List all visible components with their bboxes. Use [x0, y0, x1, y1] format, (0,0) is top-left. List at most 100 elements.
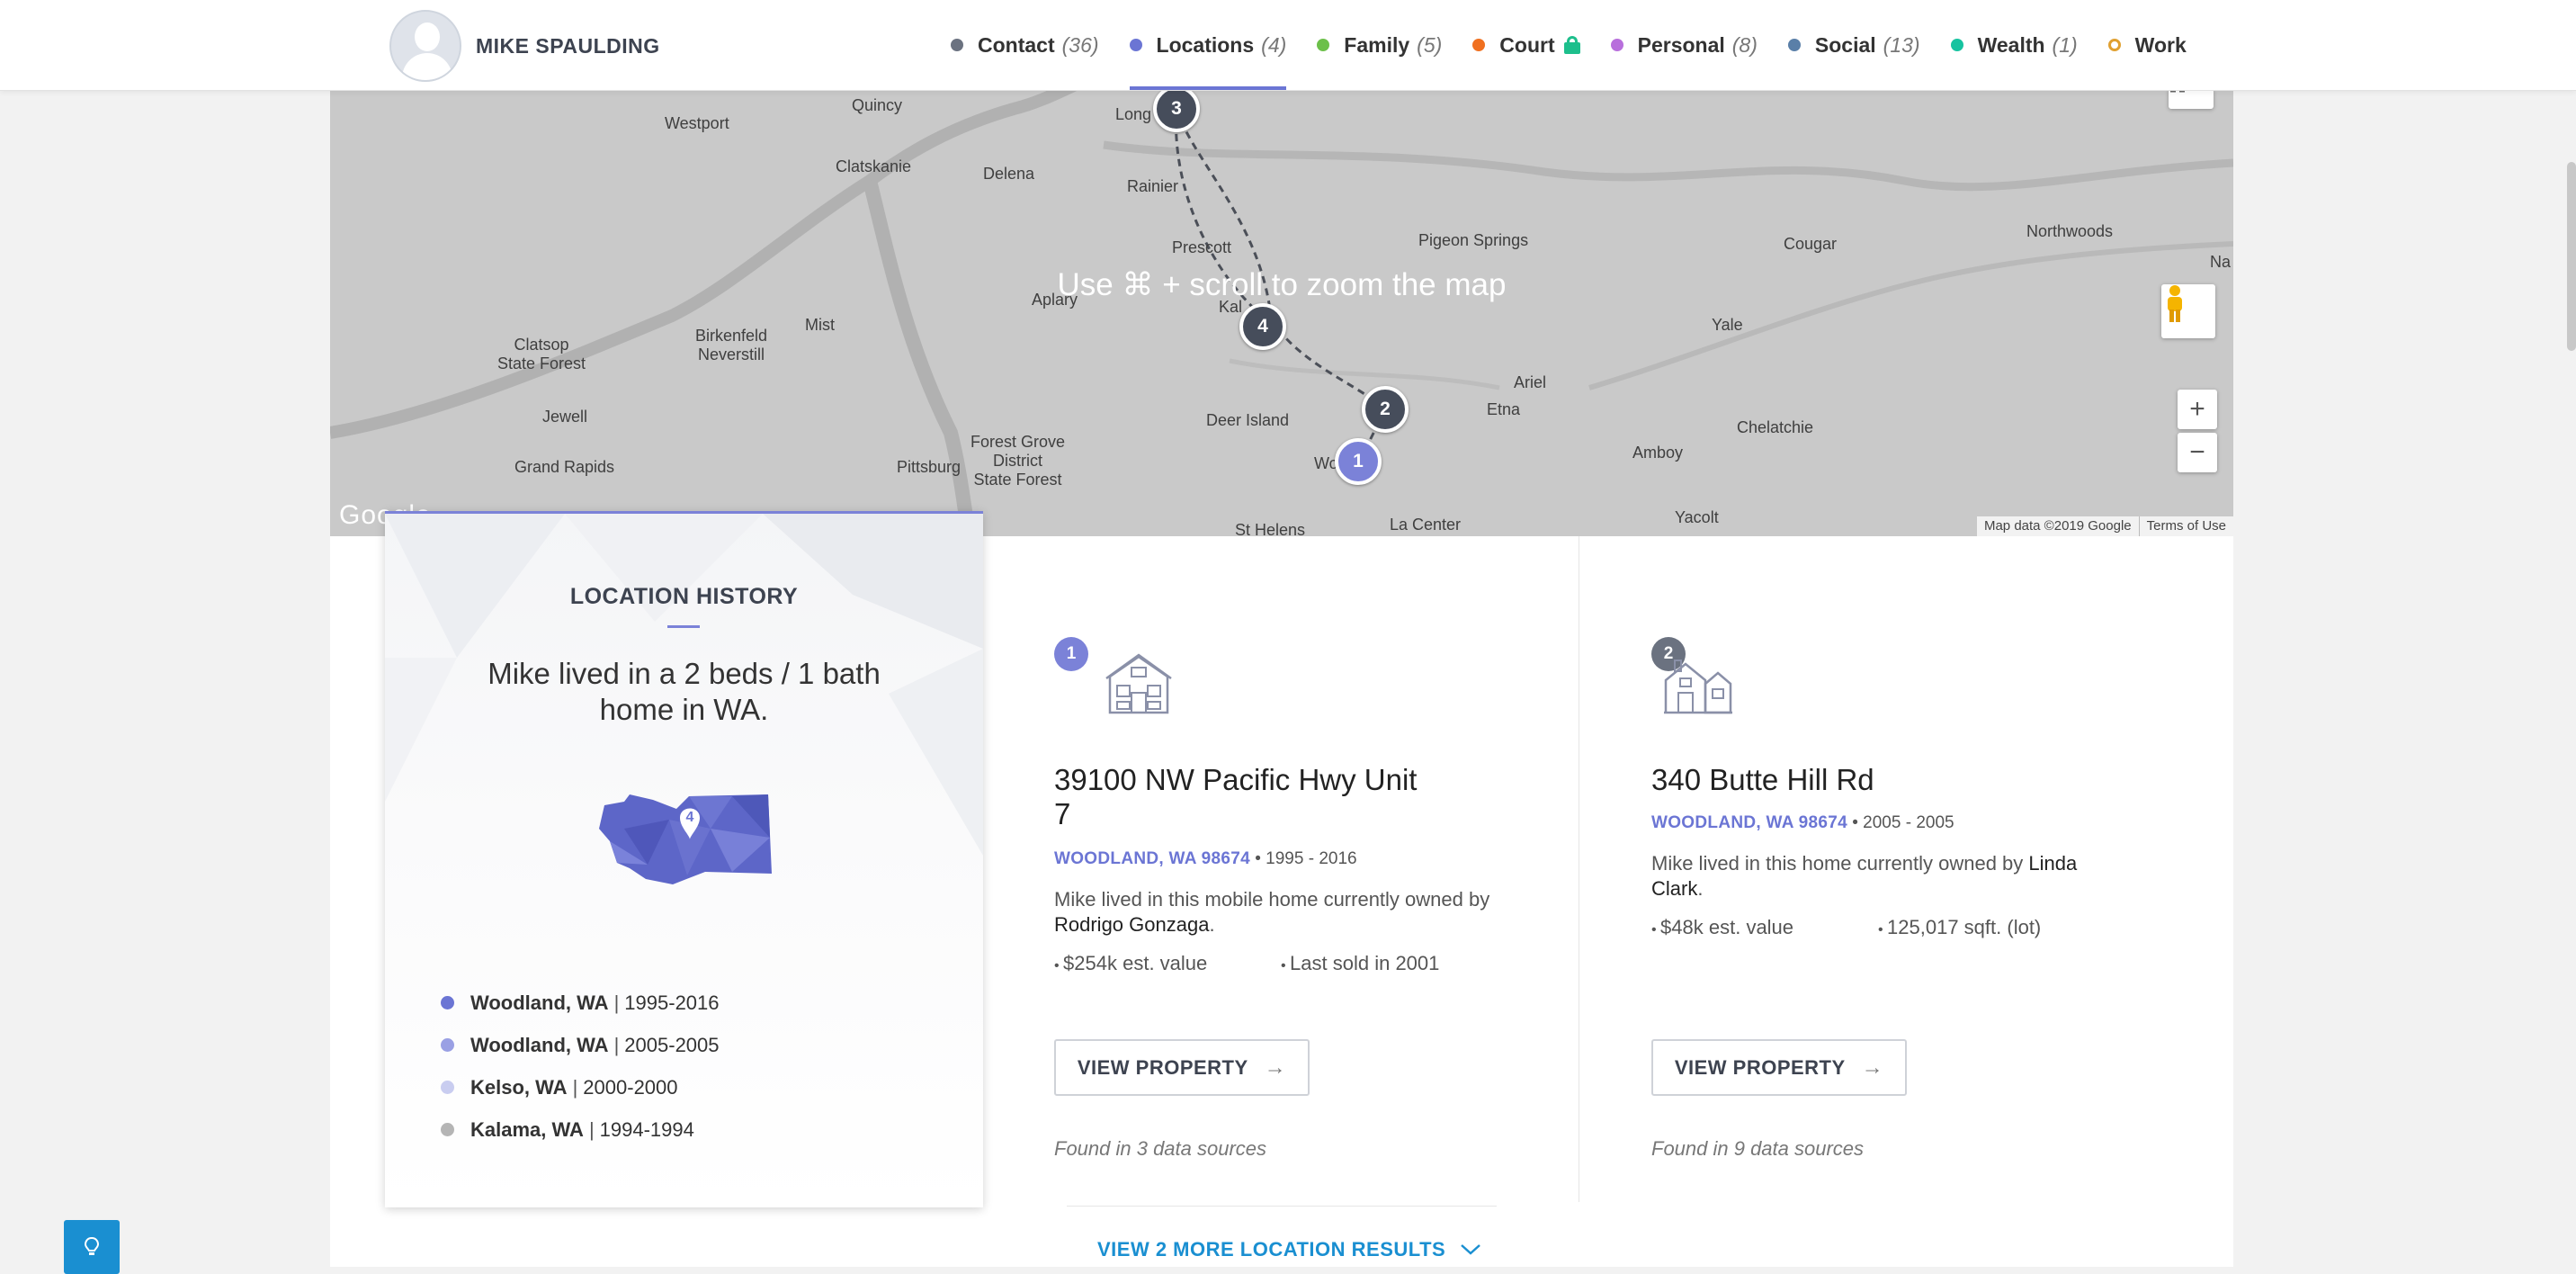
arrow-right-icon: →	[1264, 1054, 1287, 1080]
map-label-yacolt: Yacolt	[1675, 508, 1719, 526]
property-number-badge: 1	[1054, 637, 1088, 671]
history-dot-icon	[441, 1123, 454, 1136]
history-dot-icon	[441, 1038, 454, 1052]
tab-contact[interactable]: Contact (36)	[935, 0, 1114, 90]
section-tabs: Contact (36) Locations (4) Family (5) Co…	[935, 0, 2202, 90]
property-location: WOODLAND, WA 98674	[1651, 813, 1847, 832]
history-item: Kelso, WA | 2000-2000	[441, 1066, 720, 1108]
map-label-chelatchie: Chelatchie	[1737, 418, 1814, 436]
map-label-st-helens: St Helens	[1235, 521, 1306, 536]
map-attribution: Map data ©2019 Google Terms of Use	[1976, 516, 2233, 536]
history-title: LOCATION HISTORY	[569, 584, 799, 609]
map-label-prescott: Prescott	[1172, 238, 1232, 256]
avatar	[389, 10, 461, 82]
map-label-jewell: Jewell	[542, 408, 588, 426]
map-pin-4[interactable]: 4	[1239, 303, 1286, 350]
view-more-locations-link[interactable]: VIEW 2 MORE LOCATION RESULTS	[1097, 1238, 1481, 1261]
map-label-westport: Westport	[665, 114, 729, 132]
map-label-ariel: Ariel	[1514, 373, 1547, 391]
property-last-sold: Last sold in 2001	[1281, 952, 1507, 975]
map-label-grand-rapids: Grand Rapids	[514, 458, 615, 476]
map-label-quincy: Quincy	[852, 96, 903, 114]
property-years: 1995 - 2016	[1266, 849, 1357, 868]
location-map[interactable]: Westport Quincy Long Clatskanie Delena R…	[330, 91, 2233, 536]
mobile-home-icon	[1105, 653, 1172, 714]
lightbulb-icon	[84, 1236, 100, 1255]
washington-state-map: 4	[599, 794, 772, 884]
map-label-birkenfeld: Birkenfeld Neverstill	[695, 327, 768, 363]
property-description: Mike lived in this home currently owned …	[1651, 852, 2078, 900]
property-stats: $48k est. value 125,017 sqft. (lot)	[1651, 916, 2105, 939]
map-data-credit: Map data ©2019 Google	[1983, 518, 2132, 534]
property-meta: WOODLAND, WA 98674 • 1995 - 2016	[1054, 849, 1357, 868]
property-value: $48k est. value	[1651, 916, 1878, 939]
divider	[1067, 1206, 1497, 1207]
tab-work[interactable]: Work	[2093, 0, 2202, 90]
chevron-down-icon	[1461, 1244, 1481, 1255]
tab-court[interactable]: Court	[1457, 0, 1595, 90]
person-name: MIKE SPAULDING	[476, 34, 660, 58]
map-label-longview: Long	[1115, 105, 1152, 123]
lock-icon	[1563, 36, 1580, 54]
tab-wealth[interactable]: Wealth (1)	[1936, 0, 2093, 90]
map-pin-1[interactable]: 1	[1335, 438, 1382, 485]
title-underline	[667, 625, 700, 628]
pegman-icon	[2168, 285, 2182, 322]
map-pin-2[interactable]: 2	[1362, 386, 1409, 433]
contact-dot-icon	[951, 39, 963, 51]
history-dot-icon	[441, 996, 454, 1009]
page-scrollbar[interactable]	[2567, 162, 2576, 351]
map-label-amboy: Amboy	[1632, 444, 1684, 462]
personal-dot-icon	[1610, 39, 1623, 51]
zoom-in-button[interactable]: +	[2178, 390, 2217, 429]
map-label-delena: Delena	[983, 165, 1035, 183]
tab-locations[interactable]: Locations (4)	[1114, 0, 1302, 90]
map-label-pigeon-springs: Pigeon Springs	[1418, 231, 1529, 249]
house-icon	[1664, 659, 1732, 714]
state-pin-count: 4	[686, 810, 694, 825]
terms-link[interactable]: Terms of Use	[2138, 516, 2233, 536]
data-sources: Found in 9 data sources	[1651, 1137, 1865, 1160]
social-dot-icon	[1787, 39, 1801, 51]
map-label-rainier: Rainier	[1127, 177, 1179, 195]
view-property-button[interactable]: VIEW PROPERTY →	[1651, 1039, 1907, 1096]
map-label-pittsburg: Pittsburg	[897, 458, 962, 476]
history-list: Woodland, WA | 1995-2016 Woodland, WA | 20…	[441, 982, 720, 1151]
property-card: 2 340 Butte Hill Rd WOODLAND, WA 98674 •…	[1612, 536, 2151, 1202]
tab-social[interactable]: Social (13)	[1773, 0, 1936, 90]
family-dot-icon	[1317, 39, 1330, 51]
tab-personal[interactable]: Personal (8)	[1596, 0, 1773, 90]
zoom-out-button[interactable]: −	[2178, 433, 2217, 472]
map-label-deer-island: Deer Island	[1206, 411, 1290, 429]
property-years: 2005 - 2005	[1863, 813, 1954, 832]
fullscreen-icon	[2170, 91, 2185, 93]
property-meta: WOODLAND, WA 98674 • 2005 - 2005	[1651, 813, 1954, 832]
property-address: 39100 NW Pacific Hwy Unit 7	[1054, 763, 1418, 830]
arrow-right-icon: →	[1861, 1054, 1884, 1080]
fullscreen-button[interactable]	[2169, 91, 2214, 109]
map-label-clatskanie: Clatskanie	[836, 157, 912, 175]
map-label-etna: Etna	[1487, 400, 1521, 418]
history-item: Kalama, WA | 1994-1994	[441, 1108, 720, 1151]
property-value: $254k est. value	[1054, 952, 1281, 975]
map-label-clatsop: Clatsop State Forest	[497, 336, 586, 372]
map-label-northwoods: Northwoods	[2026, 222, 2114, 240]
property-description: Mike lived in this mobile home currently…	[1054, 888, 1490, 936]
tab-family[interactable]: Family (5)	[1301, 0, 1457, 90]
top-nav: MIKE SPAULDING Contact (36) Locations (4…	[0, 0, 2576, 91]
zoom-hint: Use ⌘ + scroll to zoom the map	[1057, 267, 1507, 302]
street-view-button[interactable]	[2161, 284, 2215, 338]
locations-dot-icon	[1129, 39, 1142, 51]
tips-button[interactable]	[64, 1220, 120, 1274]
history-dot-icon	[441, 1081, 454, 1094]
court-dot-icon	[1472, 39, 1486, 51]
map-label-yale: Yale	[1712, 316, 1743, 334]
history-item: Woodland, WA | 1995-2016	[441, 982, 720, 1024]
map-label-cougar: Cougar	[1784, 235, 1838, 253]
property-owner: Rodrigo Gonzaga	[1054, 913, 1210, 936]
map-label-la-center: La Center	[1390, 516, 1462, 534]
location-history-card: LOCATION HISTORY Mike lived in a 2 beds …	[385, 511, 983, 1207]
view-property-button[interactable]: VIEW PROPERTY →	[1054, 1039, 1310, 1096]
history-item: Woodland, WA | 2005-2005	[441, 1024, 720, 1066]
property-address: 340 Butte Hill Rd	[1651, 763, 1874, 796]
